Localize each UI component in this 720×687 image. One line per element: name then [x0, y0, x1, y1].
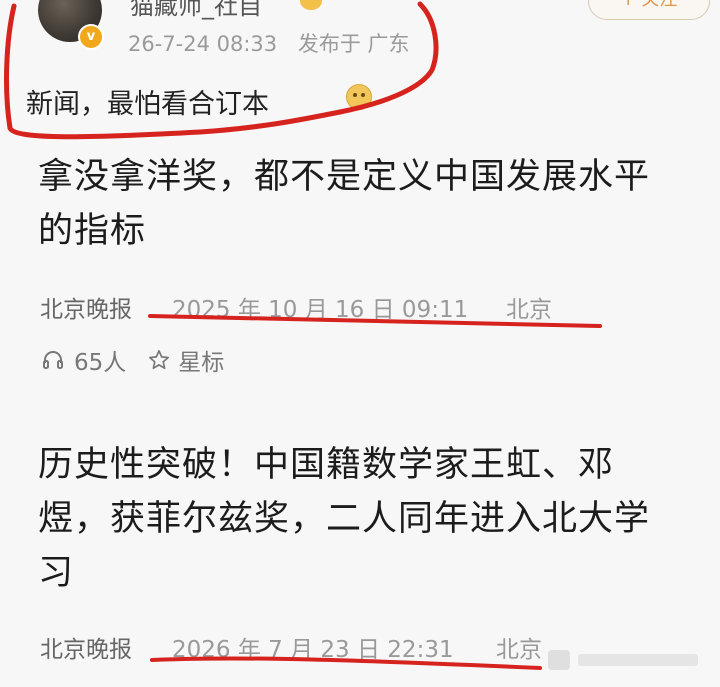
- watermark: [548, 646, 708, 674]
- annotation-underline: [150, 656, 542, 670]
- annotation-underline: [148, 314, 602, 328]
- annotation-circle: [4, 1, 439, 140]
- annotation-overlay: [4, 1, 602, 670]
